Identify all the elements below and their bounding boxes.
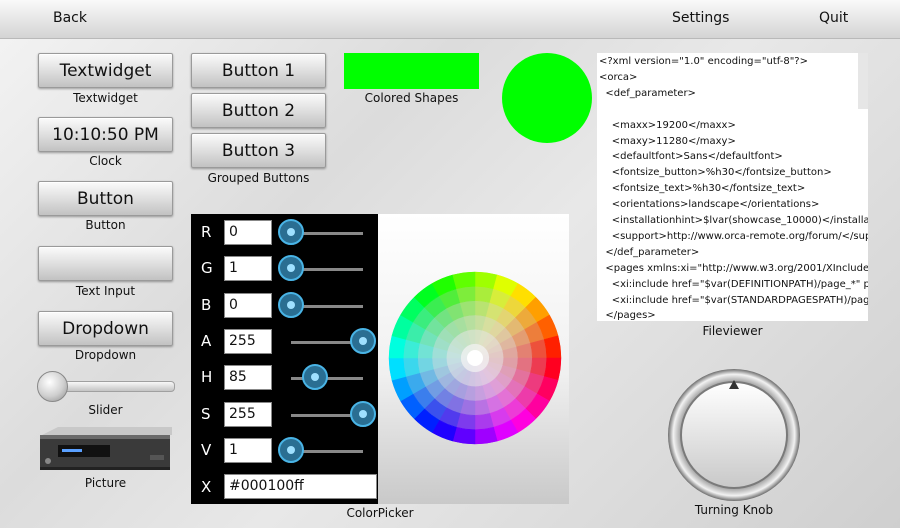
fileviewer-line: <maxx>19200</maxx>	[599, 119, 736, 131]
picture-device-image	[40, 427, 172, 470]
slider-thumb[interactable]	[37, 371, 68, 402]
picture-caption: Picture	[84, 476, 127, 490]
fileviewer-caption: Fileviewer	[702, 324, 763, 338]
clock-caption: Clock	[89, 154, 122, 168]
fileviewer-line: <maxy>11280</maxy>	[599, 135, 736, 147]
channel-label-g: G	[201, 259, 213, 278]
channel-label-b: B	[201, 295, 212, 314]
fileviewer-line: <fontsize_button>%h30</fontsize_button>	[599, 167, 832, 179]
button-caption: Button	[85, 218, 126, 232]
channel-label-v: V	[201, 440, 212, 459]
fileviewer-line: <xi:include href="$var(STANDARDPAGESPATH…	[599, 294, 868, 306]
fileviewer-line: </pages>	[599, 310, 656, 321]
grouped-buttons-caption: Grouped Buttons	[207, 171, 310, 185]
colored-shapes-caption: Colored Shapes	[364, 91, 459, 105]
fileviewer-line: <?xml version="1.0" encoding="utf-8"?>	[599, 56, 808, 67]
top-bar: Back Settings Quit	[0, 0, 900, 39]
fileviewer-line: </def_parameter>	[599, 246, 700, 258]
colorpicker-controls: R 0 G 1 B 0 A 255 H 85 S 255 V 1 X #000100ff	[191, 214, 378, 504]
fileviewer-line: <fontsize_text>%h30</fontsize_text>	[599, 183, 806, 195]
channel-slider-thumb-a[interactable]	[350, 327, 376, 354]
hex-label: X	[201, 478, 212, 496]
text-input-caption: Text Input	[75, 284, 136, 298]
color-wheel-area	[378, 214, 569, 504]
color-wheel-segment	[388, 357, 407, 381]
color-wheel-segment	[543, 357, 562, 381]
color-wheel-segment	[543, 335, 562, 359]
channel-value-input-b[interactable]: 0	[224, 292, 272, 318]
channel-label-r: R	[201, 223, 212, 241]
colored-circle	[502, 53, 592, 143]
channel-value-input-r[interactable]: 0	[224, 220, 272, 245]
back-button[interactable]: Back	[53, 10, 87, 26]
channel-slider-thumb-v[interactable]	[278, 436, 304, 463]
channel-slider-thumb-r[interactable]	[278, 219, 304, 245]
channel-slider-thumb-b[interactable]	[278, 291, 304, 318]
fileviewer-line: <xi:include href="$var(DEFINITIONPATH)/p…	[599, 278, 868, 290]
textwidget-caption: Textwidget	[73, 91, 138, 105]
colorpicker-row-r: R0	[191, 215, 378, 251]
dropdown-caption: Dropdown	[74, 348, 137, 362]
colorpicker-row-a: A 255	[191, 324, 378, 360]
turning-knob-caption: Turning Knob	[694, 503, 774, 517]
fileviewer-line: <orca>	[599, 71, 638, 83]
dropdown-select[interactable]: Dropdown	[38, 311, 173, 346]
button-widget[interactable]: Button	[38, 181, 173, 216]
fileviewer-line: <installationhint>$lvar(showcase_10000)<…	[599, 215, 868, 226]
fileviewer-line: <support>http://www.orca-remote.org/foru…	[599, 230, 868, 242]
channel-slider-thumb-g[interactable]	[278, 255, 304, 282]
clock-display: 10:10:50 PM	[38, 117, 173, 152]
turning-knob[interactable]	[666, 369, 802, 505]
colorpicker-row-h: H 85	[191, 360, 378, 396]
grouped-button-2[interactable]: Button 2	[191, 93, 326, 128]
textwidget: Textwidget	[38, 53, 173, 88]
fileviewer[interactable]: <?xml version="1.0" encoding="utf-8"?> <o…	[597, 53, 868, 321]
settings-button[interactable]: Settings	[672, 10, 729, 26]
fileviewer-line: <pages xmlns:xi="http://www.w3.org/2001/…	[599, 262, 868, 274]
fileviewer-scrollbar[interactable]	[858, 53, 868, 109]
colorpicker-row-b: B0	[191, 288, 378, 324]
color-wheel-segment	[474, 271, 498, 290]
channel-value-input-v[interactable]: 1	[224, 437, 272, 463]
hex-input[interactable]: #000100ff	[224, 474, 377, 499]
color-wheel-segment	[388, 335, 407, 359]
grouped-button-3[interactable]: Button 3	[191, 133, 326, 168]
color-wheel-segment	[474, 426, 498, 445]
color-wheel-center	[467, 350, 483, 366]
colorpicker-row-g: G1	[191, 251, 378, 287]
channel-label-s: S	[201, 404, 211, 423]
color-wheel-segment	[452, 271, 476, 290]
channel-label-a: A	[201, 331, 212, 350]
channel-slider-thumb-h[interactable]	[301, 364, 328, 391]
color-wheel[interactable]	[378, 214, 569, 504]
channel-label-h: H	[201, 368, 213, 387]
fileviewer-line: <defaultfont>Sans</defaultfont>	[599, 151, 783, 163]
colorpicker-caption: ColorPicker	[346, 506, 414, 520]
fileviewer-line: <def_parameter>	[599, 87, 696, 99]
channel-value-input-g[interactable]: 1	[224, 256, 272, 282]
channel-value-input-s[interactable]: 255	[224, 401, 272, 427]
channel-value-input-h[interactable]: 85	[224, 365, 272, 391]
slider-caption: Slider	[88, 403, 123, 417]
color-wheel-segment	[452, 426, 476, 445]
text-input-field[interactable]	[38, 246, 173, 281]
fileviewer-line: <orientations>landscape</orientations>	[599, 199, 820, 211]
grouped-button-1[interactable]: Button 1	[191, 53, 326, 88]
quit-button[interactable]: Quit	[819, 10, 848, 26]
colorpicker-row-s: S 255	[191, 397, 378, 433]
channel-value-input-a[interactable]: 255	[224, 328, 272, 354]
colored-rectangle	[344, 53, 479, 89]
colorpicker-row-v: V1	[191, 433, 378, 469]
channel-slider-thumb-s[interactable]	[350, 400, 376, 427]
